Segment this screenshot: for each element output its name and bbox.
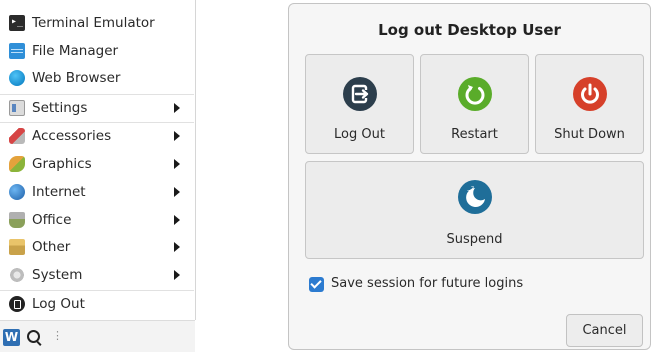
log-out-button[interactable]: Log Out xyxy=(305,54,414,154)
menu-item-accessories[interactable]: Accessories xyxy=(0,122,194,150)
menu-item-label: File Manager xyxy=(32,43,119,59)
restart-label: Restart xyxy=(451,127,498,142)
shut-down-label: Shut Down xyxy=(554,127,625,142)
logout-icon xyxy=(9,296,25,312)
dialog-title: Log out Desktop User xyxy=(378,21,561,39)
system-icon xyxy=(9,267,25,283)
terminal-icon xyxy=(9,15,25,31)
menu-item-label: Accessories xyxy=(32,128,112,144)
application-menu: Terminal Emulator File Manager Web Brows… xyxy=(0,0,196,320)
restart-button[interactable]: Restart xyxy=(420,54,529,154)
menu-item-label: Internet xyxy=(32,184,86,200)
submenu-arrow-icon xyxy=(174,131,180,141)
save-session-label[interactable]: Save session for future logins xyxy=(331,276,523,291)
graphics-icon xyxy=(9,156,25,172)
menu-item-settings[interactable]: Settings xyxy=(0,94,194,122)
menu-item-office[interactable]: Office xyxy=(0,206,194,234)
office-icon xyxy=(9,212,25,228)
menu-item-log-out[interactable]: Log Out xyxy=(0,290,194,318)
log-out-icon xyxy=(343,77,377,111)
menu-item-label: Log Out xyxy=(32,296,85,312)
settings-icon xyxy=(9,100,25,116)
taskbar: W ⋮ xyxy=(0,320,195,352)
menu-item-label: Graphics xyxy=(32,156,92,172)
submenu-arrow-icon xyxy=(174,270,180,280)
file-manager-icon xyxy=(9,43,25,59)
restart-icon xyxy=(458,77,492,111)
menu-item-label: Office xyxy=(32,212,72,228)
log-out-label: Log Out xyxy=(334,127,385,142)
internet-icon xyxy=(9,184,25,200)
menu-item-system[interactable]: System xyxy=(0,261,194,289)
submenu-arrow-icon xyxy=(174,159,180,169)
submenu-arrow-icon xyxy=(174,242,180,252)
menu-item-web-browser[interactable]: Web Browser xyxy=(0,64,194,92)
svg-text:z: z xyxy=(471,185,474,192)
panel-grip-icon[interactable]: ⋮ xyxy=(52,330,63,342)
suspend-label: Suspend xyxy=(446,232,503,247)
menu-item-internet[interactable]: Internet xyxy=(0,178,194,206)
menu-item-label: System xyxy=(32,267,83,283)
submenu-arrow-icon xyxy=(174,215,180,225)
menu-item-graphics[interactable]: Graphics xyxy=(0,150,194,178)
submenu-arrow-icon xyxy=(174,103,180,113)
logout-dialog: Log out Desktop User Log Out Restart Shu… xyxy=(288,3,651,350)
suspend-button[interactable]: z z Suspend xyxy=(305,161,644,259)
menu-item-label: Other xyxy=(32,239,71,255)
save-session-checkbox[interactable] xyxy=(309,277,324,292)
whisker-menu-button[interactable]: W xyxy=(3,329,20,346)
shut-down-button[interactable]: Shut Down xyxy=(535,54,644,154)
other-icon xyxy=(9,239,25,255)
menu-item-other[interactable]: Other xyxy=(0,233,194,261)
menu-item-label: Web Browser xyxy=(32,70,121,86)
menu-item-file-manager[interactable]: File Manager xyxy=(0,37,194,65)
cancel-button[interactable]: Cancel xyxy=(566,314,643,347)
web-browser-icon xyxy=(9,70,25,86)
shut-down-icon xyxy=(573,77,607,111)
accessories-icon xyxy=(9,128,25,144)
menu-item-label: Terminal Emulator xyxy=(32,15,155,31)
submenu-arrow-icon xyxy=(174,187,180,197)
menu-item-terminal-emulator[interactable]: Terminal Emulator xyxy=(0,9,194,37)
suspend-icon: z z xyxy=(458,180,492,214)
menu-item-label: Settings xyxy=(32,100,88,116)
search-icon[interactable] xyxy=(27,330,40,343)
